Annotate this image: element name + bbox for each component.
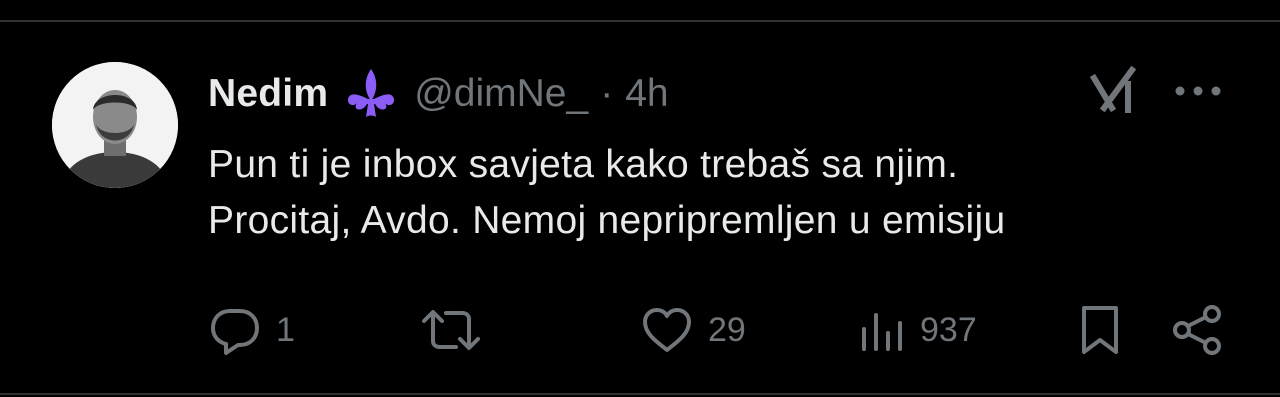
heart-icon	[643, 308, 691, 352]
bookmark-icon	[1082, 306, 1118, 354]
view-count: 937	[920, 310, 977, 349]
views-icon	[862, 313, 902, 351]
tweet-text-line: Pun ti je inbox savjeta kako trebaš sa n…	[208, 143, 959, 186]
views-button[interactable]: 937	[858, 300, 977, 360]
reply-icon	[211, 309, 259, 355]
user-handle[interactable]: @dimNe_	[414, 72, 588, 116]
share-icon	[1173, 305, 1221, 355]
reply-button[interactable]: 1	[208, 300, 295, 360]
tweet-actions: 1 29 937	[0, 300, 1280, 360]
bookmark-button[interactable]	[1078, 300, 1122, 360]
reply-count: 1	[276, 310, 295, 349]
tweet-header: Nedim @dimNe_ · 4h	[208, 69, 669, 118]
tweet-text: Pun ti je inbox savjeta kako trebaš sa n…	[208, 137, 1248, 249]
share-button[interactable]	[1170, 300, 1226, 360]
grok-icon[interactable]	[1088, 64, 1140, 116]
tweet-card[interactable]: Nedim @dimNe_ · 4h Pun ti je inbox savje…	[0, 0, 1280, 397]
fleur-de-lis-icon	[342, 65, 400, 123]
timestamp[interactable]: 4h	[625, 72, 668, 116]
like-button[interactable]: 29	[640, 300, 746, 360]
more-icon[interactable]	[1172, 78, 1224, 104]
like-count: 29	[708, 310, 746, 349]
top-divider	[0, 20, 1280, 22]
repost-button[interactable]	[420, 300, 496, 360]
display-name[interactable]: Nedim	[208, 72, 328, 116]
separator-dot: ·	[600, 72, 614, 115]
avatar[interactable]	[52, 62, 178, 188]
repost-icon	[422, 310, 480, 350]
tweet-text-line: Procitaj, Avdo. Nemoj nepripremljen u em…	[208, 199, 1006, 242]
bottom-divider	[0, 393, 1280, 395]
